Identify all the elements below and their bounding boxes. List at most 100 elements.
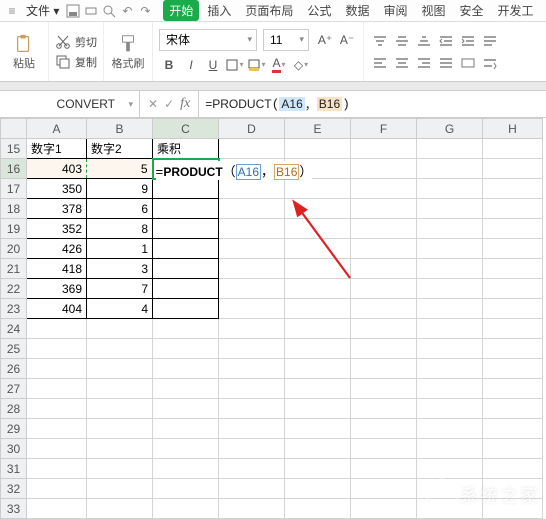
cell-E21[interactable] xyxy=(285,259,351,279)
qat-undo-icon[interactable]: ↶ xyxy=(119,3,135,19)
cell-D21[interactable] xyxy=(219,259,285,279)
tab-layout[interactable]: 页面布局 xyxy=(239,0,299,21)
cell-A19[interactable]: 352 xyxy=(27,219,87,239)
qat-redo-icon[interactable]: ↷ xyxy=(137,3,153,19)
cell-A24[interactable] xyxy=(27,319,87,339)
cell-E28[interactable] xyxy=(285,399,351,419)
tab-dev[interactable]: 开发工 xyxy=(492,0,540,21)
cell-B16[interactable]: 5 xyxy=(87,159,153,179)
align-center-button[interactable] xyxy=(392,54,412,72)
cell-B29[interactable] xyxy=(87,419,153,439)
row-header-20[interactable]: 20 xyxy=(1,239,27,259)
column-header-H[interactable]: H xyxy=(483,119,543,139)
cell-G24[interactable] xyxy=(417,319,483,339)
row-header-28[interactable]: 28 xyxy=(1,399,27,419)
cell-E15[interactable] xyxy=(285,139,351,159)
cell-G22[interactable] xyxy=(417,279,483,299)
wrap-button[interactable] xyxy=(480,54,500,72)
cell-H21[interactable] xyxy=(483,259,543,279)
cell-G29[interactable] xyxy=(417,419,483,439)
cell-G21[interactable] xyxy=(417,259,483,279)
cell-D20[interactable] xyxy=(219,239,285,259)
cell-A29[interactable] xyxy=(27,419,87,439)
cell-F21[interactable] xyxy=(351,259,417,279)
copy-button[interactable]: 复制 xyxy=(55,54,97,70)
cell-B19[interactable]: 8 xyxy=(87,219,153,239)
shrink-font-button[interactable]: A⁻ xyxy=(337,30,357,50)
cell-A22[interactable]: 369 xyxy=(27,279,87,299)
cell-A28[interactable] xyxy=(27,399,87,419)
cell-C15[interactable]: 乘积 xyxy=(153,139,219,159)
column-header-G[interactable]: G xyxy=(417,119,483,139)
cell-B23[interactable]: 4 xyxy=(87,299,153,319)
cell-F24[interactable] xyxy=(351,319,417,339)
cell-G31[interactable] xyxy=(417,459,483,479)
italic-button[interactable]: I xyxy=(181,55,201,75)
cell-B26[interactable] xyxy=(87,359,153,379)
cell-H22[interactable] xyxy=(483,279,543,299)
align-left-button[interactable] xyxy=(370,54,390,72)
cell-B21[interactable]: 3 xyxy=(87,259,153,279)
cell-H31[interactable] xyxy=(483,459,543,479)
tab-formula[interactable]: 公式 xyxy=(301,0,337,21)
cell-E20[interactable] xyxy=(285,239,351,259)
cell-A23[interactable]: 404 xyxy=(27,299,87,319)
orientation-button[interactable] xyxy=(480,32,500,50)
row-header-26[interactable]: 26 xyxy=(1,359,27,379)
cell-C17[interactable] xyxy=(153,179,219,199)
cell-A26[interactable] xyxy=(27,359,87,379)
cell-G28[interactable] xyxy=(417,399,483,419)
align-right-button[interactable] xyxy=(414,54,434,72)
cell-D32[interactable] xyxy=(219,479,285,499)
cell-A32[interactable] xyxy=(27,479,87,499)
cell-F32[interactable] xyxy=(351,479,417,499)
select-all-corner[interactable] xyxy=(1,119,27,139)
cell-B17[interactable]: 9 xyxy=(87,179,153,199)
cell-E19[interactable] xyxy=(285,219,351,239)
cell-A30[interactable] xyxy=(27,439,87,459)
cell-C26[interactable] xyxy=(153,359,219,379)
cell-F18[interactable] xyxy=(351,199,417,219)
cell-D26[interactable] xyxy=(219,359,285,379)
cell-G26[interactable] xyxy=(417,359,483,379)
cell-G17[interactable] xyxy=(417,179,483,199)
row-header-22[interactable]: 22 xyxy=(1,279,27,299)
align-top-button[interactable] xyxy=(370,32,390,50)
column-header-A[interactable]: A xyxy=(27,119,87,139)
cell-E25[interactable] xyxy=(285,339,351,359)
cell-C20[interactable] xyxy=(153,239,219,259)
cell-B28[interactable] xyxy=(87,399,153,419)
cell-C25[interactable] xyxy=(153,339,219,359)
fill-color-button[interactable] xyxy=(247,55,267,75)
fx-icon[interactable]: fx xyxy=(180,96,190,112)
indent-increase-button[interactable] xyxy=(458,32,478,50)
cell-D30[interactable] xyxy=(219,439,285,459)
cell-C27[interactable] xyxy=(153,379,219,399)
tab-safety[interactable]: 安全 xyxy=(453,0,489,21)
accept-formula-icon[interactable]: ✓ xyxy=(164,97,174,111)
cell-G30[interactable] xyxy=(417,439,483,459)
cell-C24[interactable] xyxy=(153,319,219,339)
cell-A20[interactable]: 426 xyxy=(27,239,87,259)
cell-A15[interactable]: 数字1 xyxy=(27,139,87,159)
cell-H24[interactable] xyxy=(483,319,543,339)
row-header-15[interactable]: 15 xyxy=(1,139,27,159)
cell-B20[interactable]: 1 xyxy=(87,239,153,259)
row-header-29[interactable]: 29 xyxy=(1,419,27,439)
cell-C28[interactable] xyxy=(153,399,219,419)
cell-F26[interactable] xyxy=(351,359,417,379)
cell-A21[interactable]: 418 xyxy=(27,259,87,279)
cell-E29[interactable] xyxy=(285,419,351,439)
cell-H16[interactable] xyxy=(483,159,543,179)
font-color-button[interactable]: A xyxy=(269,55,289,75)
cell-C31[interactable] xyxy=(153,459,219,479)
cut-button[interactable]: 剪切 xyxy=(55,34,97,50)
indent-decrease-button[interactable] xyxy=(436,32,456,50)
cell-E31[interactable] xyxy=(285,459,351,479)
cell-C19[interactable] xyxy=(153,219,219,239)
cell-B30[interactable] xyxy=(87,439,153,459)
cell-D25[interactable] xyxy=(219,339,285,359)
cell-D19[interactable] xyxy=(219,219,285,239)
cell-F29[interactable] xyxy=(351,419,417,439)
cell-D33[interactable] xyxy=(219,499,285,519)
